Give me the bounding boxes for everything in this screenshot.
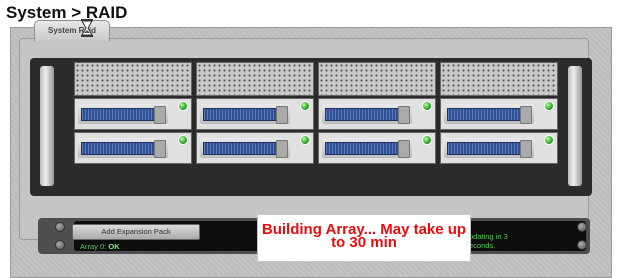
- array-status: Array 0: OK: [80, 242, 120, 251]
- array-state: OK: [108, 242, 120, 251]
- updating-text: pdating in 3 econds.: [469, 232, 529, 250]
- status-led-icon: [422, 135, 432, 145]
- server-chassis: [30, 58, 592, 196]
- array-label: Array 0:: [80, 242, 107, 251]
- drive-bay-3[interactable]: [318, 98, 436, 130]
- drive-sled: [200, 138, 290, 158]
- drive-bay-5[interactable]: [74, 132, 192, 164]
- status-led-icon: [178, 101, 188, 111]
- vent-grille: [440, 62, 558, 96]
- add-expansion-pack-button[interactable]: Add Expansion Pack: [72, 224, 200, 240]
- status-led-icon: [300, 101, 310, 111]
- drive-sled: [444, 138, 534, 158]
- drive-sled: [322, 104, 412, 124]
- drive-bay-1[interactable]: [74, 98, 192, 130]
- vent-grille: [318, 62, 436, 96]
- status-led-icon: [544, 101, 554, 111]
- screw-icon: [55, 222, 65, 232]
- status-led-icon: [544, 135, 554, 145]
- screw-icon: [55, 240, 65, 250]
- drive-bay-8[interactable]: [440, 132, 558, 164]
- status-led-icon: [300, 135, 310, 145]
- status-led-icon: [178, 135, 188, 145]
- screw-icon: [577, 240, 587, 250]
- screw-icon: [577, 222, 587, 232]
- building-array-notice: Building Array... May take up to 30 min: [257, 214, 471, 262]
- drive-sled: [78, 104, 168, 124]
- drive-sled: [78, 138, 168, 158]
- drive-bay-2[interactable]: [196, 98, 314, 130]
- tab-system-raid[interactable]: System Raid: [34, 20, 110, 41]
- chassis-handle-left: [40, 66, 54, 186]
- chassis-handle-right: [568, 66, 582, 186]
- vent-grille: [74, 62, 192, 96]
- vent-grille: [196, 62, 314, 96]
- updating-line-2: econds.: [469, 241, 496, 250]
- drive-sled: [322, 138, 412, 158]
- updating-line-1: pdating in 3: [469, 232, 508, 241]
- drive-bay-6[interactable]: [196, 132, 314, 164]
- drive-bay-4[interactable]: [440, 98, 558, 130]
- drive-sled: [200, 104, 290, 124]
- hourglass-icon: [81, 19, 93, 37]
- drive-bay-7[interactable]: [318, 132, 436, 164]
- status-led-icon: [422, 101, 432, 111]
- drive-sled: [444, 104, 534, 124]
